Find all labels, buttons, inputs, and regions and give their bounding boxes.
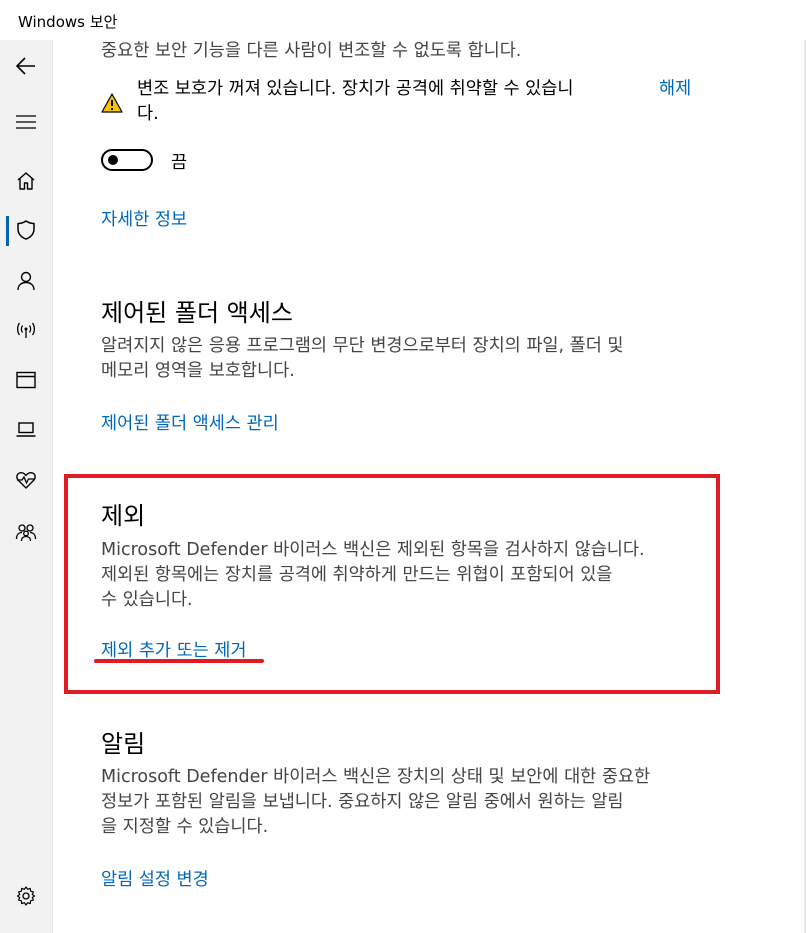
- exclusions-description-line3: 수 있습니다.: [101, 590, 193, 610]
- main-content: 중요한 보안 기능을 다른 사람이 변조할 수 없도록 합니다. 변조 보호가 …: [52, 40, 804, 933]
- exclusions-link-underline: [94, 659, 264, 663]
- exclusions-description-line2: 제외된 항목에는 장치를 공격에 취약하게 만드는 위협이 포함되어 있을: [101, 565, 613, 585]
- notifications-description-line2: 정보가 포함된 알림을 보냅니다. 중요하지 않은 알림 중에서 원하는 알림: [101, 792, 624, 812]
- folder-access-heading: 제어된 폴더 액세스: [101, 299, 293, 327]
- sidebar-item-device-security[interactable]: [0, 407, 52, 451]
- window-title: Windows 보안: [18, 13, 118, 31]
- tamper-description: 중요한 보안 기능을 다른 사람이 변조할 수 없도록 합니다.: [101, 41, 522, 61]
- menu-button[interactable]: [0, 100, 52, 144]
- exclusions-description-line1: Microsoft Defender 바이러스 백신은 제외된 항목을 검사하지…: [101, 540, 645, 560]
- sidebar-item-device-health[interactable]: [0, 458, 52, 502]
- warning-icon: [101, 93, 123, 113]
- notifications-description-line3: 을 지정할 수 있습니다.: [101, 817, 269, 837]
- title-bar: Windows 보안: [0, 0, 806, 40]
- heart-pulse-icon: [16, 472, 36, 489]
- tamper-warning-line1: 변조 보호가 꺼져 있습니다. 장치가 공격에 취약할 수 있습니: [137, 79, 574, 99]
- sidebar-item-family[interactable]: [0, 510, 52, 554]
- shield-icon: [17, 220, 35, 240]
- sidebar: [0, 40, 53, 933]
- back-arrow-icon: [15, 57, 35, 75]
- toggle-state-label: 끔: [171, 153, 188, 173]
- tamper-protection-toggle[interactable]: [101, 149, 153, 171]
- notifications-heading: 알림: [101, 730, 146, 758]
- person-icon: [17, 271, 35, 291]
- family-icon: [15, 524, 37, 542]
- tamper-warning-line2: 다.: [137, 104, 159, 124]
- home-icon: [17, 172, 35, 190]
- hamburger-icon: [16, 115, 36, 129]
- exclusions-heading: 제외: [101, 502, 146, 530]
- change-notification-settings-link[interactable]: 알림 설정 변경: [101, 866, 209, 891]
- laptop-icon: [16, 422, 36, 437]
- sidebar-item-app-browser[interactable]: [0, 358, 52, 402]
- dismiss-link[interactable]: 해제: [659, 77, 691, 102]
- sidebar-item-account[interactable]: [0, 259, 52, 303]
- sidebar-item-virus-protection[interactable]: [0, 208, 52, 252]
- browser-window-icon: [16, 371, 36, 389]
- sidebar-item-settings[interactable]: [0, 874, 52, 918]
- folder-access-description-line1: 알려지지 않은 응용 프로그램의 무단 변경으로부터 장치의 파일, 폴더 및: [101, 336, 624, 356]
- wireless-icon: [16, 322, 36, 338]
- toggle-knob: [108, 155, 118, 165]
- back-button[interactable]: [0, 44, 52, 88]
- notifications-description-line1: Microsoft Defender 바이러스 백신은 장치의 상태 및 보안에…: [101, 767, 651, 787]
- sidebar-item-firewall[interactable]: [0, 308, 52, 352]
- manage-folder-access-link[interactable]: 제어된 폴더 액세스 관리: [101, 410, 279, 435]
- sidebar-item-home[interactable]: [0, 159, 52, 203]
- gear-icon: [16, 886, 36, 906]
- folder-access-description-line2: 메모리 영역을 보호합니다.: [101, 361, 295, 381]
- more-info-link[interactable]: 자세한 정보: [101, 206, 187, 231]
